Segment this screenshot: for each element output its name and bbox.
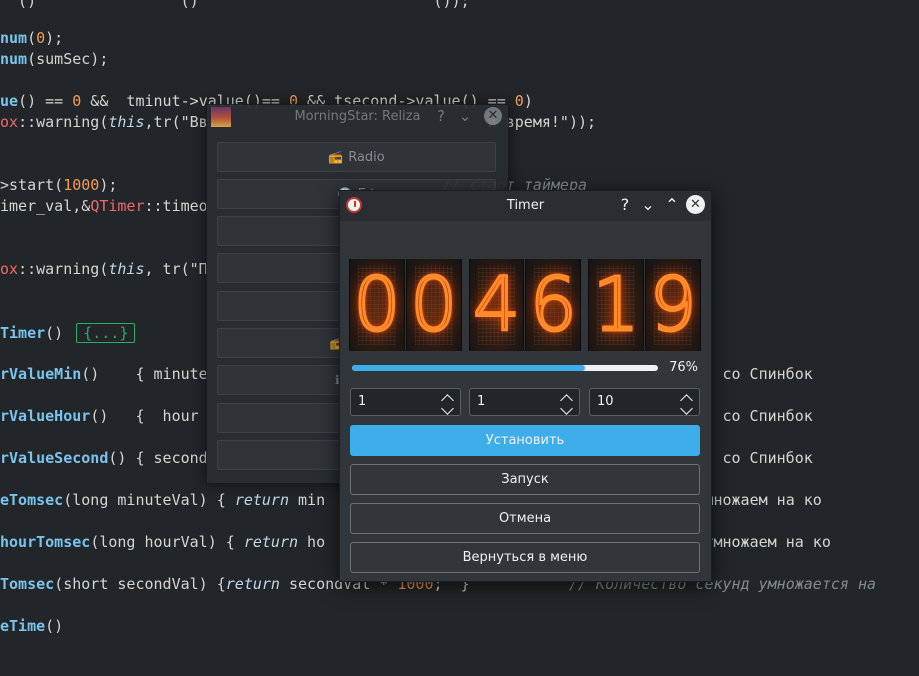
code-token: rValueMin xyxy=(0,365,82,383)
code-fold-marker[interactable]: {...} xyxy=(76,323,136,343)
code-token: ) xyxy=(523,92,533,110)
code-line: imer_val,&QTimer::timeo xyxy=(0,197,208,215)
code-token: 0 xyxy=(514,92,524,110)
progress-bar xyxy=(352,365,658,371)
code-token: num xyxy=(0,50,28,68)
code-token: () xyxy=(45,324,73,342)
nixie-tube: 0 xyxy=(349,259,405,351)
code-token: () xyxy=(135,0,271,10)
spin-arrows[interactable] xyxy=(560,391,573,415)
start-button[interactable]: Запуск xyxy=(350,464,700,495)
chevron-down-icon[interactable] xyxy=(560,402,573,415)
code-line: num(sumSec); xyxy=(0,50,108,68)
morningstar-titlebar[interactable]: MorningStar: Reliza ? ⌄ ✕ xyxy=(207,105,508,129)
code-line: () () ()); xyxy=(0,0,614,10)
code-line: Timer() {...} xyxy=(0,323,136,343)
code-token: && tminut-> xyxy=(81,92,199,110)
help-icon[interactable]: ? xyxy=(432,107,450,125)
code-token: 1000 xyxy=(63,176,100,194)
nixie-tube: 9 xyxy=(645,259,701,351)
code-token: imer_val,& xyxy=(0,197,91,215)
progress-fill xyxy=(352,365,585,371)
code-token: 0 xyxy=(72,92,82,110)
back-to-menu-button[interactable]: Вернуться в меню xyxy=(350,542,700,573)
code-token: () xyxy=(45,617,64,635)
code-token: (short secondVal) { xyxy=(54,575,226,593)
code-token: ); xyxy=(45,29,64,47)
nixie-digit: 1 xyxy=(591,261,641,350)
timer-titlebar[interactable]: Timer ? ⌄ ⌃ ✕ xyxy=(340,191,711,221)
code-token: rValueHour xyxy=(0,407,91,425)
code-token: ox xyxy=(0,260,19,278)
minimize-icon[interactable]: ⌄ xyxy=(456,107,474,125)
code-token: () xyxy=(0,0,55,10)
nixie-tube: 4 xyxy=(468,259,525,351)
nixie-digit: 9 xyxy=(648,261,698,350)
nixie-tube: 1 xyxy=(588,259,645,351)
progress-text: 76% xyxy=(669,360,698,375)
hours-spinbox[interactable]: 1 xyxy=(350,388,461,416)
code-token: ::warning( xyxy=(18,260,109,278)
nixie-digit: 4 xyxy=(472,261,522,350)
cancel-button[interactable]: Отмена xyxy=(350,503,700,534)
code-token: num xyxy=(0,29,28,47)
nixie-time-display: 0 0 4 6 1 9 xyxy=(349,259,702,351)
code-line: eTime() xyxy=(0,617,63,635)
nixie-tube: 0 xyxy=(405,259,462,351)
code-token: rValueSecond xyxy=(0,449,109,467)
code-token: this xyxy=(108,113,145,131)
seconds-spinbox[interactable]: 10 xyxy=(589,388,700,416)
code-token: eTime xyxy=(0,617,46,635)
code-token: ()); xyxy=(270,0,488,10)
menu-button[interactable]: 📻 Radio xyxy=(217,142,496,172)
code-token: hourTomsec xyxy=(0,533,91,551)
code-token: eTomsec xyxy=(0,491,64,509)
spinbox-value[interactable]: 10 xyxy=(597,394,614,409)
code-token: ( xyxy=(27,29,37,47)
chevron-down-icon[interactable] xyxy=(680,402,693,415)
code-line: num(0); xyxy=(0,29,63,47)
chevron-down-icon[interactable] xyxy=(441,402,454,415)
code-line: ox::warning(this, tr("П xyxy=(0,260,208,278)
code-token: QTimer xyxy=(90,197,145,215)
code-token: , tr("П xyxy=(144,260,208,278)
minutes-spinbox[interactable]: 1 xyxy=(469,388,580,416)
code-token: return xyxy=(225,575,280,593)
set-button[interactable]: Установить xyxy=(350,425,700,456)
code-token: (sumSec); xyxy=(27,50,109,68)
code-token: this xyxy=(108,260,145,278)
close-icon[interactable]: ✕ xyxy=(484,107,502,125)
nixie-digit: 6 xyxy=(528,261,578,350)
code-token: (long hourVal) { xyxy=(90,533,244,551)
spin-arrows[interactable] xyxy=(680,391,693,415)
code-token: ox xyxy=(0,113,19,131)
code-token: Timer xyxy=(0,324,46,342)
code-token: >start( xyxy=(0,176,64,194)
code-token: () == xyxy=(18,92,73,110)
close-icon[interactable]: ✕ xyxy=(686,195,705,214)
menu-item-icon: 📻 xyxy=(328,150,344,164)
menu-button-label: Radio xyxy=(348,150,385,165)
help-icon[interactable]: ? xyxy=(616,195,634,215)
code-token: ::timeo xyxy=(144,197,208,215)
code-token: ue xyxy=(0,92,19,110)
maximize-icon[interactable]: ⌃ xyxy=(663,195,681,215)
timer-window[interactable]: Timer ? ⌄ ⌃ ✕ 0 0 4 6 1 9 76% 1 1 10 Уст… xyxy=(339,190,712,582)
spinbox-value[interactable]: 1 xyxy=(358,394,366,409)
code-token: ::warning( xyxy=(18,113,109,131)
code-token: 0 xyxy=(36,29,46,47)
minimize-icon[interactable]: ⌄ xyxy=(639,195,657,215)
code-token: Tomsec xyxy=(0,575,55,593)
spinbox-value[interactable]: 1 xyxy=(477,394,485,409)
code-token: return xyxy=(234,491,289,509)
code-token: (long minuteVal) { xyxy=(63,491,235,509)
nixie-digit: 0 xyxy=(352,261,402,350)
spin-arrows[interactable] xyxy=(441,391,454,415)
code-token: return xyxy=(243,533,299,551)
nixie-digit: 0 xyxy=(409,261,459,350)
nixie-tube: 6 xyxy=(525,259,582,351)
